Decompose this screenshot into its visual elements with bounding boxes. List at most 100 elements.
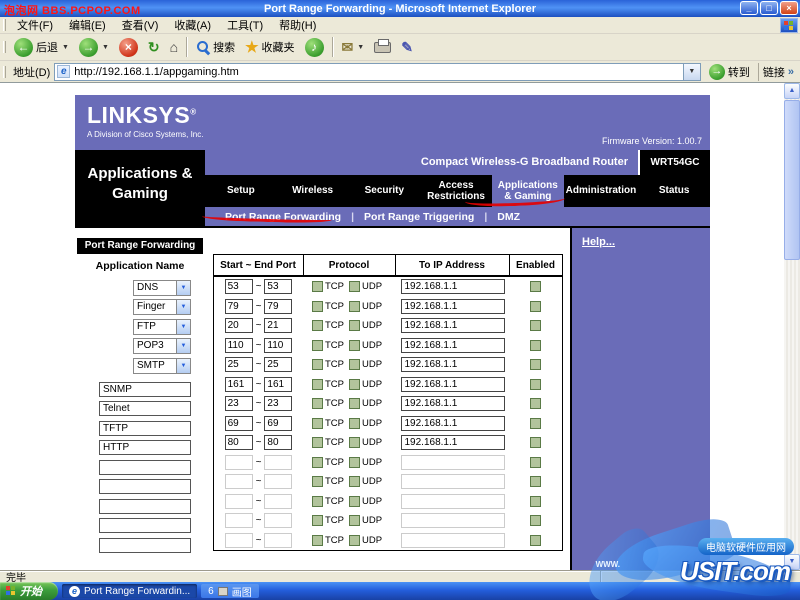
start-port-input[interactable] xyxy=(224,396,253,412)
enabled-checkbox[interactable] xyxy=(530,398,541,410)
tcp-checkbox[interactable] xyxy=(311,281,323,293)
taskbar-item-paint-group[interactable]: 6 画图 xyxy=(201,584,259,599)
end-port-input[interactable] xyxy=(264,298,293,314)
application-select[interactable]: POP3 ▼ xyxy=(133,338,191,355)
end-port-input[interactable] xyxy=(264,279,293,295)
end-port-input[interactable] xyxy=(264,415,293,431)
tab-status[interactable]: Status xyxy=(638,175,710,207)
close-button[interactable]: × xyxy=(780,1,798,15)
ip-address-input[interactable] xyxy=(400,454,505,470)
ip-address-input[interactable] xyxy=(400,337,505,353)
application-name-input[interactable] xyxy=(99,401,191,417)
chevron-down-icon[interactable]: ▼ xyxy=(176,358,190,373)
enabled-checkbox[interactable] xyxy=(530,339,541,351)
end-port-input[interactable] xyxy=(264,454,293,470)
vertical-scrollbar[interactable]: ▲ ▼ xyxy=(784,83,800,570)
go-button[interactable]: → 转到 xyxy=(705,63,754,80)
menu-tools[interactable]: 工具(T) xyxy=(219,16,271,34)
tcp-checkbox[interactable] xyxy=(311,476,323,488)
menu-help[interactable]: 帮助(H) xyxy=(271,16,324,34)
end-port-input[interactable] xyxy=(264,493,293,509)
chevron-down-icon[interactable]: ▼ xyxy=(176,339,190,354)
tcp-checkbox[interactable] xyxy=(311,300,323,312)
start-port-input[interactable] xyxy=(224,513,253,529)
application-name-input[interactable] xyxy=(99,381,191,397)
tcp-checkbox[interactable] xyxy=(311,515,323,527)
tcp-checkbox[interactable] xyxy=(311,456,323,468)
stop-button[interactable]: × xyxy=(114,35,143,59)
tcp-checkbox[interactable] xyxy=(311,339,323,351)
start-port-input[interactable] xyxy=(224,279,253,295)
udp-checkbox[interactable] xyxy=(348,359,360,371)
subtab-dmz[interactable]: DMZ xyxy=(487,211,530,223)
start-port-input[interactable] xyxy=(224,493,253,509)
ip-address-input[interactable] xyxy=(400,532,505,548)
tcp-checkbox[interactable] xyxy=(311,437,323,449)
application-name-input[interactable] xyxy=(99,537,191,553)
help-link[interactable]: Help... xyxy=(582,236,615,248)
address-dropdown-icon[interactable]: ▼ xyxy=(682,63,700,80)
enabled-checkbox[interactable] xyxy=(530,437,541,449)
application-name-input[interactable] xyxy=(99,518,191,534)
start-port-input[interactable] xyxy=(224,532,253,548)
ip-address-input[interactable] xyxy=(400,435,505,451)
enabled-checkbox[interactable] xyxy=(530,300,541,312)
ip-address-input[interactable] xyxy=(400,357,505,373)
enabled-checkbox[interactable] xyxy=(530,534,541,546)
start-port-input[interactable] xyxy=(224,318,253,334)
end-port-input[interactable] xyxy=(264,474,293,490)
subtab-port-range-triggering[interactable]: Port Range Triggering xyxy=(354,211,484,223)
enabled-checkbox[interactable] xyxy=(530,476,541,488)
enabled-checkbox[interactable] xyxy=(530,515,541,527)
application-name-input[interactable] xyxy=(99,440,191,456)
ip-address-input[interactable] xyxy=(400,493,505,509)
end-port-input[interactable] xyxy=(264,532,293,548)
application-name-input[interactable] xyxy=(99,459,191,475)
udp-checkbox[interactable] xyxy=(348,495,360,507)
udp-checkbox[interactable] xyxy=(348,320,360,332)
application-select[interactable]: SMTP ▼ xyxy=(133,357,191,374)
enabled-checkbox[interactable] xyxy=(530,320,541,332)
ip-address-input[interactable] xyxy=(400,318,505,334)
taskbar-item-ie[interactable]: e Port Range Forwardin... xyxy=(62,584,198,598)
application-select[interactable]: Finger ▼ xyxy=(133,299,191,316)
ip-address-input[interactable] xyxy=(400,513,505,529)
application-select[interactable]: FTP ▼ xyxy=(133,318,191,335)
mail-button[interactable]: ✉ ▼ xyxy=(337,35,370,59)
refresh-button[interactable]: ↻ xyxy=(143,35,165,59)
print-button[interactable] xyxy=(369,35,396,59)
start-port-input[interactable] xyxy=(224,376,253,392)
end-port-input[interactable] xyxy=(264,376,293,392)
application-name-input[interactable] xyxy=(99,479,191,495)
menu-edit[interactable]: 编辑(E) xyxy=(61,16,114,34)
enabled-checkbox[interactable] xyxy=(530,359,541,371)
scroll-down-icon[interactable]: ▼ xyxy=(784,554,800,570)
udp-checkbox[interactable] xyxy=(348,281,360,293)
udp-checkbox[interactable] xyxy=(348,300,360,312)
back-dropdown-icon[interactable]: ▼ xyxy=(62,44,69,51)
menu-file[interactable]: 文件(F) xyxy=(9,16,61,34)
tcp-checkbox[interactable] xyxy=(311,398,323,410)
end-port-input[interactable] xyxy=(264,337,293,353)
edit-button[interactable]: ✎ xyxy=(396,35,418,59)
media-button[interactable]: ♪ xyxy=(300,35,329,59)
end-port-input[interactable] xyxy=(264,318,293,334)
enabled-checkbox[interactable] xyxy=(530,281,541,293)
scroll-up-icon[interactable]: ▲ xyxy=(784,83,800,99)
tcp-checkbox[interactable] xyxy=(311,417,323,429)
back-button[interactable]: ← 后退 ▼ xyxy=(9,35,74,59)
application-select[interactable]: DNS ▼ xyxy=(133,279,191,296)
udp-checkbox[interactable] xyxy=(348,417,360,429)
start-port-input[interactable] xyxy=(224,474,253,490)
mail-dropdown-icon[interactable]: ▼ xyxy=(357,44,364,51)
tcp-checkbox[interactable] xyxy=(311,495,323,507)
menu-view[interactable]: 查看(V) xyxy=(114,16,167,34)
start-port-input[interactable] xyxy=(224,357,253,373)
tab-wireless[interactable]: Wireless xyxy=(277,175,349,207)
udp-checkbox[interactable] xyxy=(348,339,360,351)
enabled-checkbox[interactable] xyxy=(530,495,541,507)
tcp-checkbox[interactable] xyxy=(311,534,323,546)
enabled-checkbox[interactable] xyxy=(530,417,541,429)
scrollbar-thumb[interactable] xyxy=(784,100,800,260)
ip-address-input[interactable] xyxy=(400,376,505,392)
